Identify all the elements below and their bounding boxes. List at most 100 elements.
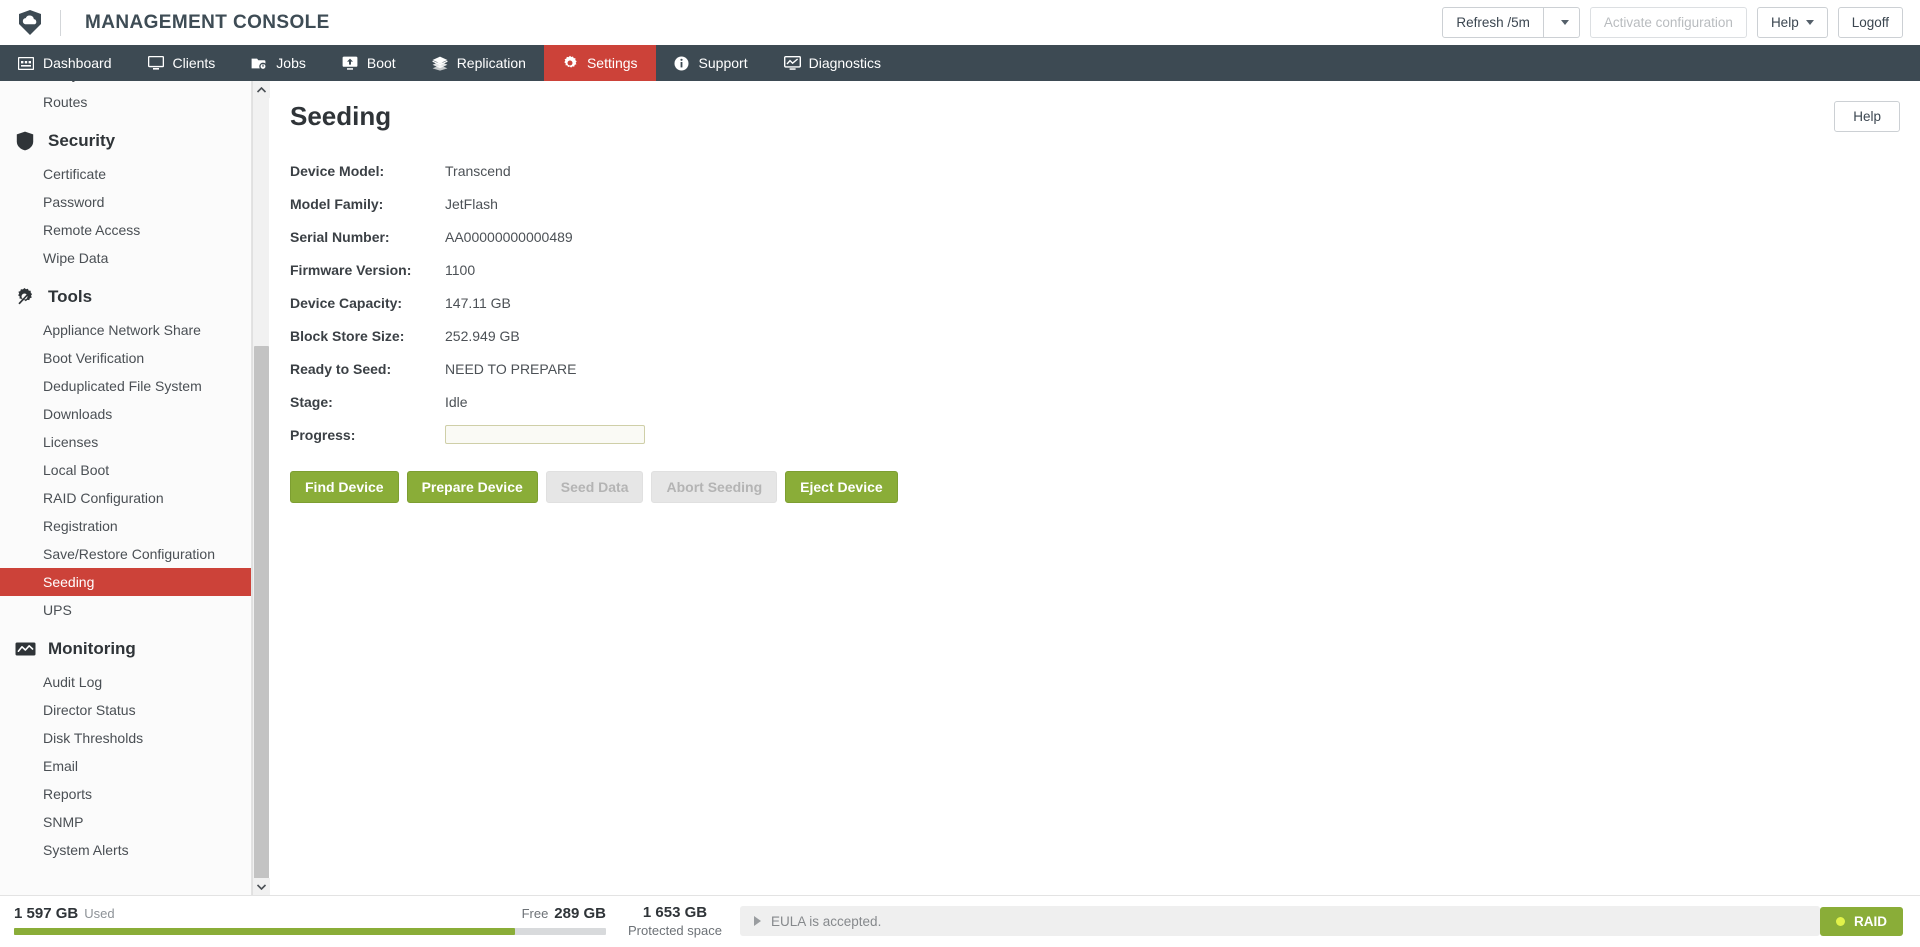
sidebar-scrollbar-thumb[interactable]	[254, 346, 269, 893]
settings-sidebar: ProxyRoutesSecurityCertificatePasswordRe…	[0, 81, 252, 895]
sidebar-item-certificate[interactable]: Certificate	[0, 160, 252, 188]
scroll-up-arrow-icon[interactable]	[253, 81, 270, 98]
sidebar-item-audit-log[interactable]: Audit Log	[0, 668, 252, 696]
nav-item-label: Diagnostics	[809, 55, 881, 71]
eula-notice-bar[interactable]: EULA is accepted.	[740, 906, 1820, 936]
chevron-down-icon	[1561, 20, 1569, 25]
seeding-action-buttons: Find DevicePrepare DeviceSeed DataAbort …	[270, 451, 1920, 503]
field-row: Block Store Size:252.949 GB	[290, 319, 1920, 352]
progress-label: Progress:	[290, 427, 445, 443]
find-device-button[interactable]: Find Device	[290, 471, 399, 503]
nav-item-clients[interactable]: Clients	[130, 45, 234, 81]
prepare-device-button[interactable]: Prepare Device	[407, 471, 538, 503]
sidebar-item-seeding[interactable]: Seeding	[0, 568, 252, 596]
sidebar-item-system-alerts[interactable]: System Alerts	[0, 836, 252, 864]
nav-item-boot[interactable]: Boot	[324, 45, 414, 81]
scroll-down-arrow-icon[interactable]	[253, 878, 270, 895]
field-label: Device Model:	[290, 163, 445, 179]
field-value: Idle	[445, 394, 468, 410]
field-label: Device Capacity:	[290, 295, 445, 311]
storage-usage-bar-track	[14, 928, 606, 935]
field-value: AA00000000000489	[445, 229, 573, 245]
header-help-label: Help	[1771, 15, 1799, 30]
sidebar-item-disk-thresholds[interactable]: Disk Thresholds	[0, 724, 252, 752]
eject-device-button[interactable]: Eject Device	[785, 471, 898, 503]
sidebar-item-downloads[interactable]: Downloads	[0, 400, 252, 428]
header-help-button[interactable]: Help	[1757, 7, 1828, 38]
sidebar-group-security: Security	[0, 116, 252, 160]
refresh-split-button: Refresh /5m	[1442, 7, 1580, 38]
nav-item-label: Clients	[173, 55, 216, 71]
nav-item-label: Replication	[457, 55, 526, 71]
sidebar-item-licenses[interactable]: Licenses	[0, 428, 252, 456]
seed-data-button: Seed Data	[546, 471, 644, 503]
field-label: Serial Number:	[290, 229, 445, 245]
layers-icon	[432, 55, 449, 72]
sidebar-item-appliance-network-share[interactable]: Appliance Network Share	[0, 316, 252, 344]
sidebar-item-snmp[interactable]: SNMP	[0, 808, 252, 836]
cloud-shield-logo-icon	[17, 9, 43, 37]
nav-item-jobs[interactable]: Jobs	[233, 45, 324, 81]
chevron-down-icon	[1806, 20, 1814, 25]
header-divider	[60, 10, 61, 36]
main-navigation: Dashboard Clients Jobs Boot Replication Setti…	[0, 45, 1920, 81]
sidebar-item-password[interactable]: Password	[0, 188, 252, 216]
logoff-button[interactable]: Logoff	[1838, 7, 1903, 38]
app-title: MANAGEMENT CONSOLE	[85, 12, 330, 34]
protected-space-widget: 1 653 GB Protected space	[620, 896, 730, 947]
sidebar-item-director-status[interactable]: Director Status	[0, 696, 252, 724]
storage-used-value: 1 597 GB	[14, 905, 78, 922]
storage-usage-labels: 1 597 GB Used Free 289 GB	[14, 896, 606, 922]
header-actions: Refresh /5m Activate configuration Help …	[1442, 7, 1920, 38]
activate-configuration-button[interactable]: Activate configuration	[1590, 7, 1747, 38]
page-help-button[interactable]: Help	[1834, 101, 1900, 132]
sidebar-group-title: Security	[48, 131, 115, 151]
nav-item-label: Jobs	[276, 55, 306, 71]
nav-item-label: Boot	[367, 55, 396, 71]
dashboard-icon	[18, 55, 35, 72]
sidebar-item-wipe-data[interactable]: Wipe Data	[0, 244, 252, 272]
info-icon	[674, 55, 691, 72]
sidebar-item-routes[interactable]: Routes	[0, 88, 252, 116]
nav-item-settings[interactable]: Settings	[544, 45, 656, 81]
sidebar-scrollbar[interactable]	[252, 81, 269, 895]
sidebar-item-local-boot[interactable]: Local Boot	[0, 456, 252, 484]
field-value: JetFlash	[445, 196, 498, 212]
sidebar-item-boot-verification[interactable]: Boot Verification	[0, 344, 252, 372]
sidebar-item-deduplicated-file-system[interactable]: Deduplicated File System	[0, 372, 252, 400]
seeding-details-form: Device Model:TranscendModel Family:JetFl…	[270, 132, 1920, 451]
field-row: Model Family:JetFlash	[290, 187, 1920, 220]
sidebar-group-tools: Tools	[0, 272, 252, 316]
field-label: Model Family:	[290, 196, 445, 212]
raid-status-badge[interactable]: RAID	[1820, 907, 1903, 936]
chevron-right-icon	[754, 916, 761, 926]
sidebar-item-ups[interactable]: UPS	[0, 596, 252, 624]
field-row: Stage:Idle	[290, 385, 1920, 418]
sidebar-item-email[interactable]: Email	[0, 752, 252, 780]
sidebar-item-save-restore-configuration[interactable]: Save/Restore Configuration	[0, 540, 252, 568]
field-value: Transcend	[445, 163, 511, 179]
field-row: Firmware Version:1100	[290, 253, 1920, 286]
sidebar-item-proxy[interactable]: Proxy	[0, 81, 252, 88]
nav-item-diagnostics[interactable]: Diagnostics	[766, 45, 899, 81]
nav-item-dashboard[interactable]: Dashboard	[0, 45, 130, 81]
nav-item-replication[interactable]: Replication	[414, 45, 544, 81]
sidebar-item-raid-configuration[interactable]: RAID Configuration	[0, 484, 252, 512]
field-row: Device Capacity:147.11 GB	[290, 286, 1920, 319]
sidebar-item-reports[interactable]: Reports	[0, 780, 252, 808]
sidebar-content: ProxyRoutesSecurityCertificatePasswordRe…	[0, 81, 252, 864]
sidebar-item-remote-access[interactable]: Remote Access	[0, 216, 252, 244]
sidebar-group-title: Monitoring	[48, 639, 136, 659]
refresh-dropdown-button[interactable]	[1544, 7, 1580, 38]
raid-status-dot-icon	[1836, 917, 1845, 926]
storage-free-group: Free 289 GB	[522, 905, 606, 922]
sidebar-item-registration[interactable]: Registration	[0, 512, 252, 540]
seeding-progress-bar	[445, 425, 645, 444]
gear-icon	[562, 55, 579, 72]
nav-item-support[interactable]: Support	[656, 45, 766, 81]
refresh-button[interactable]: Refresh /5m	[1442, 7, 1544, 38]
field-row: Device Model:Transcend	[290, 154, 1920, 187]
bottom-status-bar: 1 597 GB Used Free 289 GB 1 653 GB Prote…	[0, 895, 1920, 946]
abort-seeding-button: Abort Seeding	[651, 471, 777, 503]
main-content: Seeding Help Device Model:TranscendModel…	[270, 81, 1920, 895]
